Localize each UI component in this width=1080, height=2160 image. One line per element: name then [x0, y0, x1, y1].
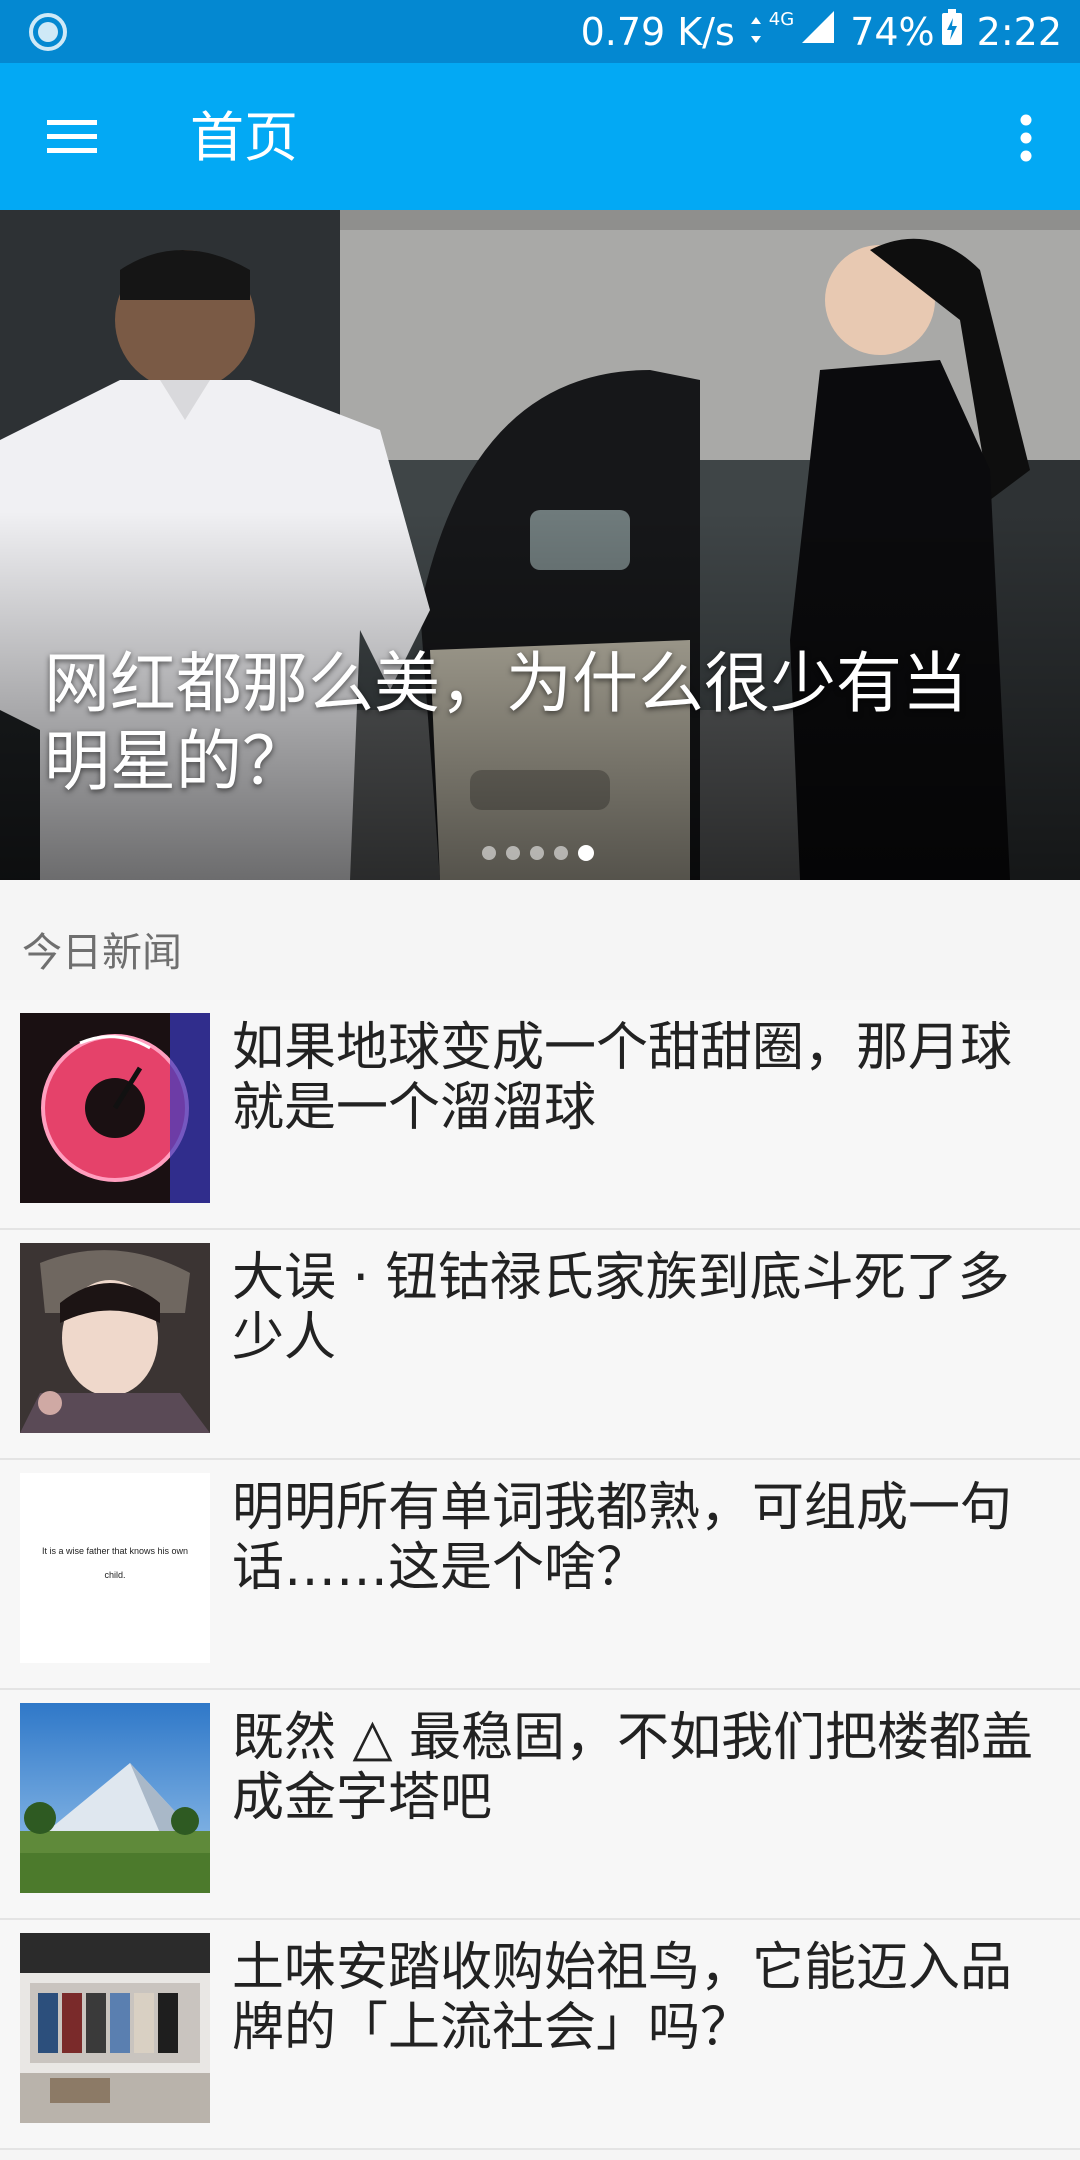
list-item[interactable]: 土味安踏收购始祖鸟，它能迈入品牌的「上流社会」吗？	[0, 1920, 1080, 2150]
more-vert-icon	[1020, 114, 1032, 162]
net-speed-text: 0.79 K/s	[580, 9, 735, 54]
news-title[interactable]: 如果地球变成一个甜甜圈，那月球就是一个溜溜球	[232, 1018, 1042, 1138]
news-title[interactable]: 土味安踏收购始祖鸟，它能迈入品牌的「上流社会」吗？	[232, 1938, 1042, 2058]
list-item[interactable]: 既然 △ 最稳固，不如我们把楼都盖成金字塔吧	[0, 1690, 1080, 1920]
section-header: 今日新闻	[22, 930, 182, 976]
carousel-dot[interactable]	[506, 846, 520, 860]
banner-carousel[interactable]: 网红都那么美，为什么很少有当明星的？	[0, 210, 1080, 880]
list-item[interactable]: 如果地球变成一个甜甜圈，那月球就是一个溜溜球	[0, 1000, 1080, 1230]
period-drama-woman-thumbnail	[20, 1243, 210, 1433]
donut-neon-thumbnail	[20, 1013, 210, 1203]
clothing-store-thumbnail	[20, 1933, 210, 2123]
page-title: 首页	[190, 106, 298, 169]
pyramid-building-thumbnail	[20, 1703, 210, 1893]
battery-percent: 74%	[850, 9, 935, 54]
news-list: 如果地球变成一个甜甜圈，那月球就是一个溜溜球 大误 · 钮钴禄氏家族到底斗死了多…	[0, 1000, 1080, 2150]
app-bar: 首页	[0, 63, 1080, 210]
carousel-dot[interactable]	[530, 846, 544, 860]
text-quote-thumbnail: It is a wise father that knows his own c…	[20, 1473, 210, 1663]
menu-button[interactable]	[28, 101, 116, 171]
loading-icon	[28, 12, 68, 52]
clock: 2:22	[976, 9, 1062, 54]
list-item[interactable]: It is a wise father that knows his own c…	[0, 1460, 1080, 1690]
carousel-dot[interactable]	[482, 846, 496, 860]
news-title[interactable]: 大误 · 钮钴禄氏家族到底斗死了多少人	[232, 1248, 1042, 1368]
signal-icon	[800, 9, 836, 54]
battery-group: 74%	[850, 8, 962, 55]
news-title[interactable]: 既然 △ 最稳固，不如我们把楼都盖成金字塔吧	[232, 1708, 1042, 1828]
menu-icon	[47, 120, 97, 153]
thumbnail-quote-text: It is a wise father that knows his own c…	[41, 1546, 189, 1580]
carousel-dot[interactable]	[554, 846, 568, 860]
list-item[interactable]: 大误 · 钮钴禄氏家族到底斗死了多少人	[0, 1230, 1080, 1460]
carousel-dot-active[interactable]	[578, 845, 594, 861]
network-type: 4G	[768, 9, 795, 30]
banner-headline[interactable]: 网红都那么美，为什么很少有当明星的？	[44, 645, 1024, 801]
data-arrows-icon	[749, 10, 763, 54]
carousel-indicator	[482, 845, 594, 861]
more-options-button[interactable]	[994, 103, 1058, 173]
battery-charging-icon	[941, 8, 963, 55]
signal-group: 4G	[749, 9, 836, 54]
news-title[interactable]: 明明所有单词我都熟，可组成一句话……这是个啥？	[232, 1478, 1042, 1598]
status-bar: 0.79 K/s 4G 74% 2:22	[0, 0, 1080, 63]
